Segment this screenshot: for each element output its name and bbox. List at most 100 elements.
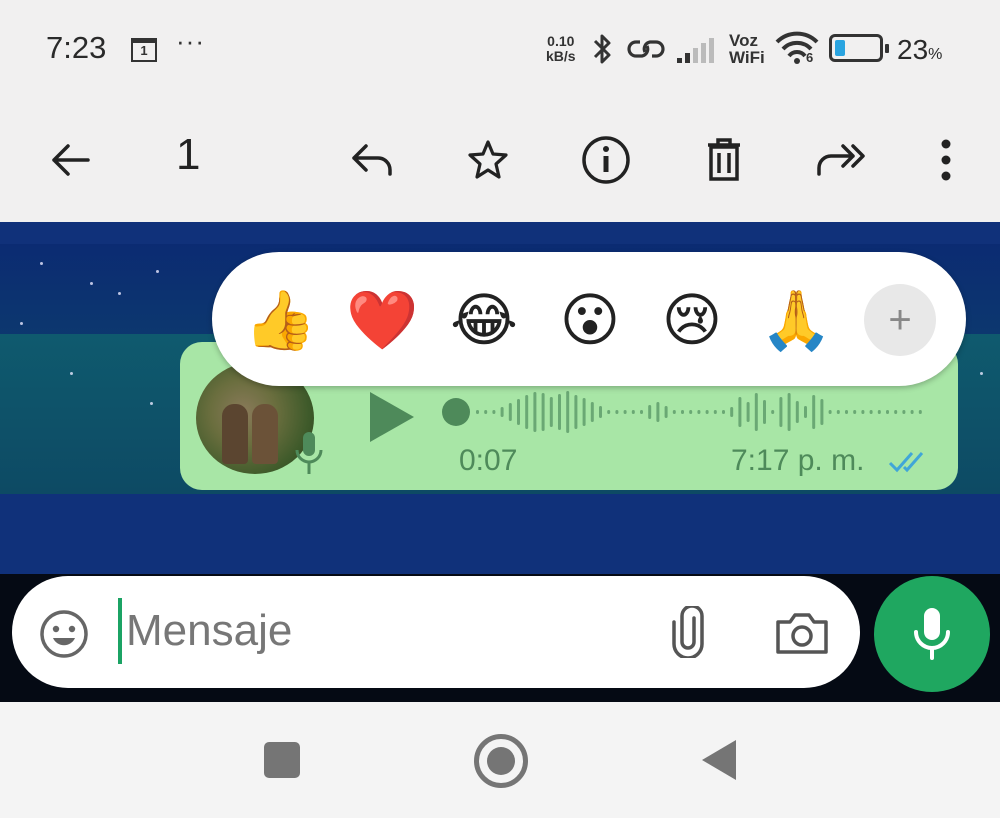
waveform-bar xyxy=(525,395,529,429)
forward-icon[interactable] xyxy=(810,130,870,190)
battery-percent-value: 23 xyxy=(897,34,929,65)
reply-icon[interactable] xyxy=(342,130,402,190)
waveform-bar xyxy=(607,410,611,414)
waveform-bar xyxy=(599,406,602,418)
battery-level xyxy=(835,40,845,56)
waveform-bar xyxy=(689,410,693,414)
waveform-bar xyxy=(631,410,635,414)
waveform-bar xyxy=(869,410,873,414)
bluetooth-icon xyxy=(593,34,611,64)
more-vert-icon[interactable] xyxy=(916,130,976,190)
emoji-picker-icon[interactable] xyxy=(38,608,90,660)
volte-indicator: Voz WiFi xyxy=(729,32,765,66)
network-speed: 0.10 kB/s xyxy=(546,34,576,64)
waveform-bar xyxy=(804,406,807,418)
waveform-bar xyxy=(861,410,865,414)
battery-icon xyxy=(829,34,889,62)
waveform-bar xyxy=(623,410,627,414)
back-button[interactable] xyxy=(702,740,736,780)
star-icon[interactable] xyxy=(458,130,518,190)
camera-icon[interactable] xyxy=(774,608,830,658)
waveform-bar xyxy=(508,403,512,421)
waveform-bar xyxy=(738,397,742,427)
back-arrow-icon[interactable] xyxy=(40,130,100,190)
waveform-bar xyxy=(705,410,709,414)
waveform-bar xyxy=(500,407,504,417)
waveform-bar xyxy=(558,394,561,430)
waveform-bar xyxy=(828,410,832,414)
recents-button[interactable] xyxy=(264,742,300,778)
delete-icon[interactable] xyxy=(694,130,754,190)
waveform-bar xyxy=(648,405,652,419)
waveform-bar xyxy=(574,395,578,429)
waveform-bar xyxy=(697,410,701,414)
waveform-bar xyxy=(812,395,816,429)
waveform-bar xyxy=(771,410,775,414)
wifi-standard: 6 xyxy=(806,50,814,65)
waveform-bar xyxy=(763,400,766,424)
status-bar: 7:23 1 ··· 0.10 kB/s Voz WiFi 6 23% xyxy=(0,0,1000,100)
selected-count: 1 xyxy=(176,130,201,179)
waveform-bar xyxy=(566,391,570,433)
more-notifications-icon: ··· xyxy=(176,26,205,56)
waveform-bar xyxy=(853,410,857,414)
waveform-bar xyxy=(517,399,520,425)
audio-waveform[interactable] xyxy=(476,388,926,436)
waveform-bar xyxy=(582,398,586,426)
network-speed-unit: kB/s xyxy=(546,48,576,64)
waveform-bar xyxy=(492,410,496,414)
waveform-bar xyxy=(722,410,725,414)
home-button[interactable] xyxy=(474,734,528,788)
reaction-laughing[interactable]: 😂 xyxy=(448,284,520,356)
play-icon[interactable] xyxy=(366,390,418,444)
waveform-bar xyxy=(549,397,553,427)
waveform-bar xyxy=(484,410,488,414)
hotspot-link-icon xyxy=(627,40,665,58)
waveform-bar xyxy=(664,406,668,418)
waveform-bar xyxy=(713,410,717,414)
voice-note-mic-icon xyxy=(295,432,323,474)
waveform-bar xyxy=(672,410,676,414)
playback-scrubber[interactable] xyxy=(442,398,470,426)
calendar-notification-icon: 1 xyxy=(131,38,157,62)
reaction-crying[interactable]: 😢 xyxy=(656,284,728,356)
waveform-bar xyxy=(894,410,898,414)
waveform-bar xyxy=(910,410,914,414)
waveform-bar xyxy=(845,410,848,414)
wallpaper-lower xyxy=(0,494,1000,574)
reaction-surprised[interactable]: 😮 xyxy=(554,284,626,356)
waveform-bar xyxy=(590,402,594,422)
waveform-bar xyxy=(877,410,881,414)
waveform-bar xyxy=(836,410,840,414)
waveform-bar xyxy=(656,402,660,422)
read-receipt-icon xyxy=(888,452,924,473)
waveform-bar xyxy=(779,397,783,427)
waveform-bar xyxy=(787,393,791,431)
waveform-bar xyxy=(746,402,750,422)
waveform-bar xyxy=(795,401,799,423)
waveform-bar xyxy=(730,407,734,417)
selection-action-bar xyxy=(0,100,1000,222)
more-reactions-button[interactable]: + xyxy=(864,284,936,356)
reaction-heart[interactable]: ❤️ xyxy=(346,284,418,356)
message-input-field[interactable]: Mensaje xyxy=(126,606,292,656)
waveform-bar xyxy=(615,410,619,414)
reaction-praying-hands[interactable]: 🙏 xyxy=(760,284,832,356)
status-time: 7:23 xyxy=(46,30,107,65)
battery-percent-sign: % xyxy=(928,46,943,63)
wifi-calling-label: WiFi xyxy=(729,48,765,67)
voice-duration: 0:07 xyxy=(459,444,518,477)
waveform-bar xyxy=(681,410,684,414)
waveform-bar xyxy=(476,410,479,414)
waveform-bar xyxy=(918,410,922,414)
reaction-thumbs-up[interactable]: 👍 xyxy=(244,284,316,356)
cell-signal-icon xyxy=(677,38,714,63)
waveform-bar xyxy=(820,399,824,425)
info-icon[interactable] xyxy=(576,130,636,190)
text-caret xyxy=(118,598,122,664)
waveform-bar xyxy=(886,410,889,414)
record-voice-button[interactable] xyxy=(874,576,990,692)
network-speed-value: 0.10 xyxy=(547,33,575,49)
message-time: 7:17 p. m. xyxy=(731,444,865,477)
attach-clip-icon[interactable] xyxy=(664,606,712,658)
